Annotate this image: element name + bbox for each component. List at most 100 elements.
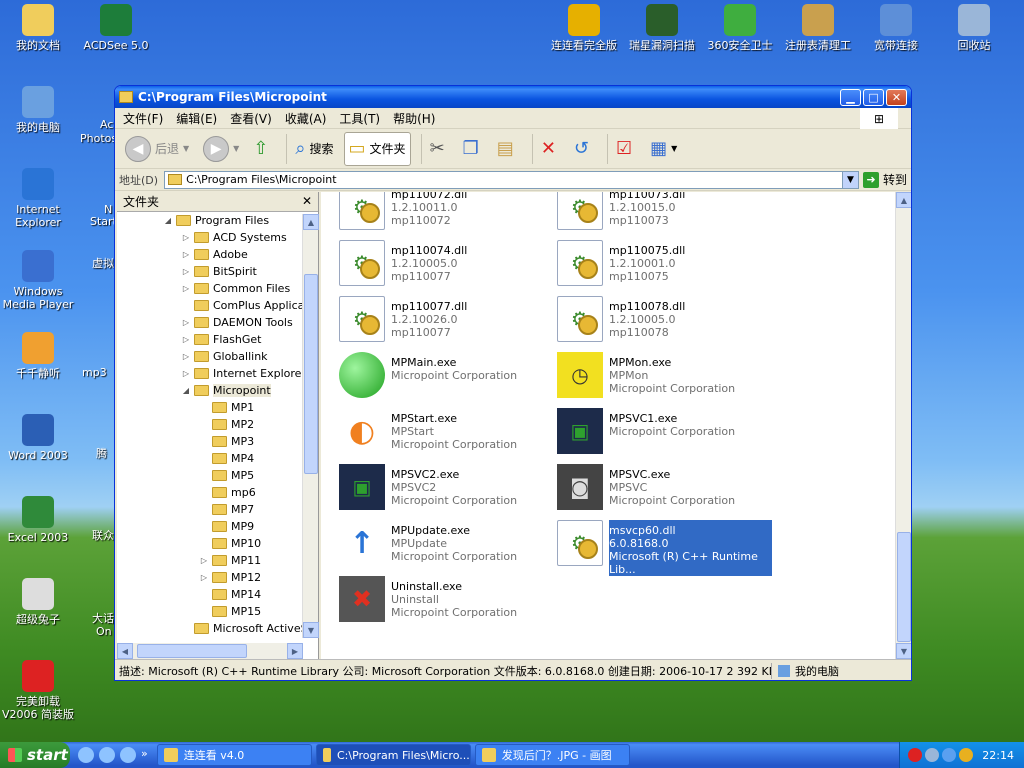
media-icon[interactable] [99, 747, 115, 763]
chevron-right-icon[interactable]: » [141, 747, 148, 763]
paste-button[interactable]: ▤ [493, 132, 522, 166]
delete-button[interactable]: ✕ [537, 132, 564, 166]
expand-toggle-icon[interactable]: ◢ [163, 216, 173, 225]
file-item[interactable]: ⚙ mp110075.dll 1.2.10001.0 mp110075 [557, 240, 772, 290]
tree-item[interactable]: MP2 [199, 416, 254, 433]
network-icon[interactable] [925, 748, 940, 762]
file-item[interactable]: ⚙ mp110078.dll 1.2.10005.0 mp110078 [557, 296, 772, 346]
file-item[interactable]: ⚙ msvcp60.dll 6.0.8168.0 Microsoft (R) C++ … [557, 520, 772, 576]
file-list-vscrollbar[interactable]: ▲ ▼ [895, 192, 911, 659]
expand-toggle-icon[interactable]: ▷ [181, 250, 191, 259]
tree-item[interactable]: MP10 [199, 535, 261, 552]
close-icon[interactable]: ✕ [302, 194, 312, 208]
tree-item[interactable]: MP15 [199, 603, 261, 620]
tree-item[interactable]: Microsoft ActiveSy [181, 620, 303, 637]
tree-item[interactable]: MP1 [199, 399, 254, 416]
menu-item[interactable]: 文件(F) [123, 110, 163, 127]
desktop-icon[interactable]: 超级兔子 [0, 578, 76, 626]
views-button[interactable]: ▦ ▼ [646, 132, 681, 166]
expand-toggle-icon[interactable]: ▷ [199, 556, 209, 565]
desktop-icon[interactable]: 连连看完全版 [546, 4, 622, 52]
scroll-thumb[interactable] [137, 644, 247, 658]
ie-icon[interactable] [78, 747, 94, 763]
desktop-icon[interactable]: ACDSee 5.0 [78, 4, 154, 52]
file-item[interactable]: ⚙ mp110077.dll 1.2.10026.0 mp110077 [339, 296, 554, 346]
folders-button[interactable]: ▭ 文件夹 [343, 131, 411, 166]
tree-item[interactable]: ComPlus Applicatio [181, 297, 303, 314]
address-input[interactable]: C:\Program Files\Micropoint ▼ [164, 170, 859, 189]
address-dropdown-button[interactable]: ▼ [841, 171, 858, 188]
desktop-icon[interactable]: 回收站 [936, 4, 1012, 52]
file-item[interactable]: ⚙ mp110074.dll 1.2.10005.0 mp110077 [339, 240, 554, 290]
expand-toggle-icon[interactable]: ▷ [181, 369, 191, 378]
tree-item[interactable]: MP4 [199, 450, 254, 467]
tree-item[interactable]: MP14 [199, 586, 261, 603]
scroll-right-button[interactable]: ▶ [287, 643, 303, 659]
file-item[interactable]: ▣ MPSVC2.exe MPSVC2 Micropoint Corporation [339, 464, 554, 514]
scroll-down-button[interactable]: ▼ [896, 643, 911, 659]
tree-item[interactable]: ▷ Common Files [181, 280, 290, 297]
expand-toggle-icon[interactable]: ▷ [181, 318, 191, 327]
desktop-icon[interactable]: 注册表清理工 [780, 4, 856, 52]
menu-item[interactable]: 编辑(E) [176, 110, 217, 127]
properties-button[interactable]: ☑ [612, 132, 640, 166]
minimize-button[interactable]: ▁ [840, 88, 861, 106]
file-item[interactable]: ✖ Uninstall.exe Uninstall Micropoint Corpor… [339, 576, 554, 626]
tree-item[interactable]: ▷ ACD Systems [181, 229, 287, 246]
scroll-down-button[interactable]: ▼ [303, 622, 319, 638]
file-item[interactable]: ▣ MPSVC1.exe Micropoint Corporation [557, 408, 772, 458]
expand-toggle-icon[interactable]: ▷ [199, 573, 209, 582]
back-button[interactable]: ◀ 后退 ▼ [121, 132, 193, 166]
maximize-button[interactable]: □ [863, 88, 884, 106]
tree-item[interactable]: ▷ FlashGet [181, 331, 262, 348]
file-item[interactable]: ◷ MPMon.exe MPMon Micropoint Corporation [557, 352, 772, 402]
messenger-icon[interactable] [120, 747, 136, 763]
search-button[interactable]: ⌕ 搜索 [291, 132, 337, 166]
start-button[interactable]: start [0, 742, 70, 768]
menu-item[interactable]: 查看(V) [230, 110, 272, 127]
desktop-icon[interactable]: Internet Explorer [0, 168, 76, 229]
desktop-icon[interactable]: 我的电脑 [0, 86, 76, 134]
tree-item[interactable]: MP9 [199, 518, 254, 535]
file-item[interactable]: ◐ MPStart.exe MPStart Micropoint Corporatio… [339, 408, 554, 458]
task-button-game[interactable]: 连连看 v4.0 [156, 744, 312, 766]
scroll-left-button[interactable]: ◀ [117, 643, 133, 659]
tray-icon[interactable] [942, 748, 957, 762]
tree-item[interactable]: ▷ BitSpirit [181, 263, 257, 280]
scroll-thumb[interactable] [304, 274, 318, 474]
expand-toggle-icon[interactable]: ▷ [181, 335, 191, 344]
expand-toggle-icon[interactable]: ▷ [181, 233, 191, 242]
volume-icon[interactable] [959, 748, 974, 762]
tree-item[interactable]: ▷ Globallink [181, 348, 268, 365]
menu-item[interactable]: 工具(T) [339, 110, 380, 127]
undo-button[interactable]: ↺ [570, 132, 597, 166]
folder-tree-hscrollbar[interactable]: ◀ ▶ [117, 643, 303, 659]
file-item[interactable]: ⚙ mp110073.dll 1.2.10015.0 mp110073 [557, 192, 772, 234]
tree-item[interactable]: ◢ Micropoint [181, 382, 271, 399]
desktop-icon[interactable]: 360安全卫士 [702, 4, 778, 52]
title-bar[interactable]: C:\Program Files\Micropoint ▁ □ ✕ [115, 86, 911, 108]
tray-icon[interactable] [908, 748, 923, 762]
forward-button[interactable]: ▶ ▼ [199, 132, 243, 166]
file-item[interactable]: ◙ MPSVC.exe MPSVC Micropoint Corporation [557, 464, 772, 514]
expand-toggle-icon[interactable]: ▷ [181, 284, 191, 293]
desktop-icon[interactable]: 千千静听 [0, 332, 76, 380]
tree-item[interactable]: ▷ DAEMON Tools [181, 314, 293, 331]
menu-item[interactable]: 收藏(A) [285, 110, 327, 127]
file-item[interactable]: ↑ MPUpdate.exe MPUpdate Micropoint Corporat… [339, 520, 554, 570]
tree-item[interactable]: ▷ Internet Explorer [181, 365, 303, 382]
tree-item[interactable]: MP7 [199, 501, 254, 518]
go-button[interactable]: ➜ 转到 [862, 171, 907, 188]
copy-button[interactable]: ❐ [459, 132, 487, 166]
tree-item[interactable]: ▷ Adobe [181, 246, 248, 263]
folder-tree-vscrollbar[interactable]: ▲ ▼ [302, 214, 319, 638]
desktop-icon[interactable]: Windows Media Player [0, 250, 76, 311]
tree-item[interactable]: MP3 [199, 433, 254, 450]
tree-item[interactable]: mp6 [199, 484, 256, 501]
scroll-up-button[interactable]: ▲ [303, 214, 319, 230]
scroll-thumb[interactable] [897, 532, 911, 642]
desktop-icon[interactable]: 瑞星漏洞扫描 [624, 4, 700, 52]
desktop-icon[interactable]: Excel 2003 [0, 496, 76, 544]
scroll-up-button[interactable]: ▲ [896, 192, 911, 208]
tree-item[interactable]: ◢ Program Files [163, 214, 269, 229]
